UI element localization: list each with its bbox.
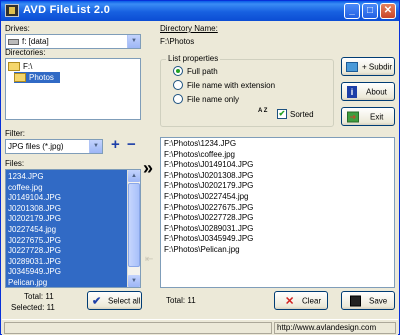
file-list-item[interactable]: J0289031.JPG	[6, 257, 140, 268]
output-list-item[interactable]: F:\Photos\1234.JPG	[161, 139, 394, 150]
app-window: AVD FileList 2.0 _ □ ✕ Drives: f: [data]…	[0, 0, 400, 335]
transfer-button[interactable]: »	[143, 158, 153, 179]
directory-item-root[interactable]: F:\	[8, 61, 32, 72]
remove-filter-button[interactable]: −	[127, 136, 136, 153]
save-button[interactable]: Save	[341, 291, 395, 310]
scroll-thumb[interactable]	[128, 183, 140, 267]
chevron-down-icon[interactable]: ▼	[89, 140, 102, 153]
output-list-item[interactable]: F:\Photos\Pelican.jpg	[161, 245, 394, 256]
filename-ext-label[interactable]: File name with extension	[187, 81, 275, 90]
output-total: Total: 11	[166, 296, 196, 305]
directory-name-label: Directory Name:	[160, 24, 218, 33]
output-list-item[interactable]: F:\Photos\J0227675.JPG	[161, 203, 394, 214]
full-path-radio[interactable]	[173, 66, 183, 76]
file-list-item[interactable]: J0227454.jpg	[6, 225, 140, 236]
filter-label: Filter:	[5, 129, 25, 138]
output-list-item[interactable]: F:\Photos\J0289031.JPG	[161, 224, 394, 235]
filter-select[interactable]: JPG files (*.jpg) ▼	[5, 139, 103, 154]
output-list-item[interactable]: F:\Photos\J0202179.JPG	[161, 181, 394, 192]
splitter-icon[interactable]: ⇤	[145, 254, 153, 265]
floppy-disk-icon	[350, 295, 361, 306]
about-button[interactable]: i About	[341, 82, 395, 101]
output-list-item[interactable]: F:\Photos\J0227454.jpg	[161, 192, 394, 203]
drive-icon	[8, 38, 19, 45]
files-list[interactable]: 1234.JPG coffee.jpg J0149104.JPG J0201308.J…	[5, 169, 141, 288]
file-list-item[interactable]: J0227728.JPG	[6, 246, 140, 257]
info-icon: i	[347, 85, 357, 98]
close-button[interactable]: ✕	[380, 3, 396, 19]
file-list-item[interactable]: J0149104.JPG	[6, 193, 140, 204]
list-properties-title: List properties	[166, 54, 221, 63]
directory-tree[interactable]: F:\ Photos	[5, 58, 141, 120]
folder-icon	[14, 73, 26, 82]
app-icon	[5, 4, 19, 17]
scroll-down-icon[interactable]: ▼	[128, 275, 140, 287]
title-bar[interactable]: AVD FileList 2.0 _ □ ✕	[1, 1, 399, 21]
file-list-item[interactable]: coffee.jpg	[6, 183, 140, 194]
output-list[interactable]: F:\Photos\1234.JPG F:\Photos\coffee.jpg F:…	[160, 137, 395, 288]
output-list-item[interactable]: F:\Photos\J0227728.JPG	[161, 213, 394, 224]
files-label: Files:	[5, 159, 25, 168]
drives-label: Drives:	[5, 24, 30, 33]
file-list-item[interactable]: Pelican.jpg	[6, 278, 140, 287]
sorted-checkbox[interactable]: ✔	[277, 109, 287, 119]
file-list-item[interactable]: J0201308.JPG	[6, 204, 140, 215]
file-list-item[interactable]: J0227675.JPG	[6, 236, 140, 247]
filename-ext-radio[interactable]	[173, 80, 183, 90]
directories-label: Directories:	[5, 48, 46, 57]
add-filter-button[interactable]: +	[111, 136, 120, 153]
output-list-item[interactable]: F:\Photos\J0201308.JPG	[161, 171, 394, 182]
add-subdir-button[interactable]: + Subdir	[341, 57, 395, 76]
minimize-button[interactable]: _	[344, 3, 360, 19]
directory-name-value: F:\Photos	[160, 37, 195, 46]
output-list-item[interactable]: F:\Photos\J0149104.JPG	[161, 160, 394, 171]
clear-button[interactable]: ✕ Clear	[274, 291, 328, 310]
files-selected-count: Selected: 11	[11, 303, 55, 312]
drive-value: f: [data]	[22, 37, 49, 46]
status-bar: http://www.avlandesign.com	[2, 319, 398, 335]
files-scrollbar[interactable]: ▲ ▼	[127, 170, 140, 287]
chevron-down-icon[interactable]: ▼	[127, 35, 140, 48]
sort-az-icon: A Z	[258, 108, 268, 114]
clear-x-icon: ✕	[285, 295, 295, 307]
scroll-up-icon[interactable]: ▲	[128, 170, 140, 182]
status-panel-empty	[4, 322, 272, 334]
file-list-item[interactable]: J0345949.JPG	[6, 267, 140, 278]
select-all-button[interactable]: ✔ Select all	[87, 291, 142, 310]
window-title: AVD FileList 2.0	[23, 4, 111, 16]
filename-only-radio[interactable]	[173, 94, 183, 104]
output-list-item[interactable]: F:\Photos\coffee.jpg	[161, 150, 394, 161]
status-url[interactable]: http://www.avlandesign.com	[274, 322, 396, 334]
drive-select[interactable]: f: [data] ▼	[5, 34, 141, 49]
exit-door-icon: ➜	[347, 111, 359, 122]
sorted-label[interactable]: Sorted	[290, 110, 314, 119]
subdir-icon	[346, 61, 358, 72]
file-list-item[interactable]: 1234.JPG	[6, 172, 140, 183]
maximize-button[interactable]: □	[362, 3, 378, 19]
files-total: Total: 11	[24, 292, 54, 301]
file-list-item[interactable]: J0202179.JPG	[6, 214, 140, 225]
exit-button[interactable]: ➜ Exit	[341, 107, 395, 126]
filename-only-label[interactable]: File name only	[187, 95, 239, 104]
checkmark-icon: ✔	[92, 295, 102, 307]
directory-item-photos[interactable]: Photos	[14, 72, 60, 83]
filter-value: JPG files (*.jpg)	[8, 142, 64, 151]
output-list-item[interactable]: F:\Photos\J0345949.JPG	[161, 234, 394, 245]
full-path-label[interactable]: Full path	[187, 67, 218, 76]
folder-open-icon	[8, 62, 20, 71]
